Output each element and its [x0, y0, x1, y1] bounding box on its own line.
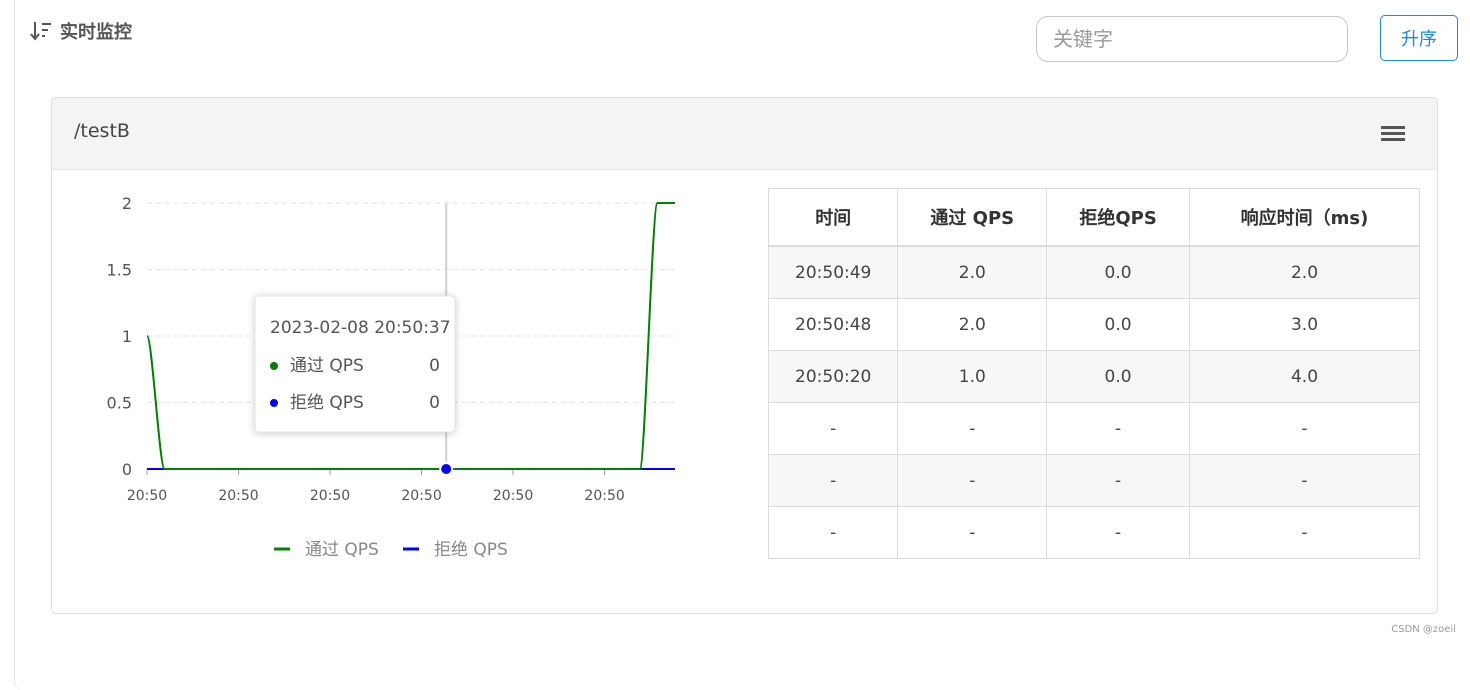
table-cell: 3.0 — [1188, 298, 1421, 351]
table-header-0: 时间 — [767, 188, 899, 247]
x-tick-label: 20:50 — [493, 488, 533, 504]
table-header-2: 拒绝QPS — [1046, 188, 1190, 247]
tooltip-series-value: 0 — [429, 393, 440, 413]
table-cell: 2.0 — [897, 298, 1048, 351]
panel-header: /testB — [52, 98, 1437, 170]
table-cell: 20:50:49 — [767, 245, 899, 299]
legend-label[interactable]: 拒绝 QPS — [434, 540, 508, 560]
y-tick-label: 2 — [122, 194, 132, 213]
table-cell: - — [1046, 454, 1190, 507]
tooltip-series-label: 拒绝 QPS — [290, 393, 364, 413]
table-cell: - — [767, 402, 899, 455]
sort-descending-icon[interactable] — [30, 19, 52, 43]
table-cell: - — [1188, 454, 1421, 507]
x-tick-label: 20:50 — [218, 488, 258, 504]
metrics-header-row: 时间 通过 QPS 拒绝QPS 响应时间（ms) — [767, 188, 1421, 247]
x-tick-label: 20:50 — [310, 488, 350, 504]
resource-panel: /testB 2 1.5 1 0.5 0 20:50 20:50 20:50 20:50 20:5… — [51, 97, 1438, 614]
ascending-sort-button[interactable]: 升序 — [1380, 15, 1458, 61]
table-cell: 20:50:20 — [767, 350, 899, 403]
table-cell: - — [767, 454, 899, 507]
table-cell: - — [1046, 506, 1190, 559]
tooltip-time: 2023-02-08 20:50:37 — [270, 318, 451, 338]
table-cell: - — [1046, 402, 1190, 455]
tooltip-series-marker — [270, 362, 278, 370]
hover-point — [439, 462, 454, 476]
x-tick-label: 20:50 — [127, 488, 167, 504]
tooltip-series-value: 0 — [429, 356, 440, 376]
page-title: 实时监控 — [60, 22, 132, 43]
legend-label[interactable]: 通过 QPS — [305, 540, 379, 560]
table-cell: 0.0 — [1046, 298, 1190, 351]
x-tick-label: 20:50 — [584, 488, 624, 504]
y-tick-label: 1 — [122, 327, 132, 346]
table-row: 20:50:49 2.0 0.0 2.0 — [767, 245, 1421, 299]
x-tick-label: 20:50 — [401, 488, 441, 504]
table-cell: 1.0 — [897, 350, 1048, 403]
page-header: 实时监控 — [30, 18, 132, 44]
table-cell: - — [1188, 506, 1421, 559]
table-cell: 2.0 — [1188, 245, 1421, 299]
resource-name: /testB — [74, 120, 130, 142]
table-cell: 0.0 — [1046, 350, 1190, 403]
table-cell: 20:50:48 — [767, 298, 899, 351]
table-cell: - — [897, 402, 1048, 455]
tooltip-series-marker — [270, 399, 278, 407]
table-cell: 4.0 — [1188, 350, 1421, 403]
hamburger-menu-icon[interactable] — [1381, 124, 1405, 144]
chart-tooltip: 2023-02-08 20:50:37 通过 QPS 0 拒绝 QPS 0 — [254, 295, 456, 433]
table-cell: - — [897, 506, 1048, 559]
table-cell: - — [897, 454, 1048, 507]
table-row: 20:50:20 1.0 0.0 4.0 — [767, 350, 1421, 403]
keyword-search-input[interactable] — [1036, 16, 1348, 62]
table-header-1: 通过 QPS — [897, 188, 1048, 247]
watermark: CSDN @zoeil — [1391, 624, 1456, 635]
qps-line-chart[interactable]: 2 1.5 1 0.5 0 20:50 20:50 20:50 20:50 20:50 20:50 2… — [52, 169, 752, 609]
metrics-body: 20:50:49 2.0 0.0 2.0 20:50:48 2.0 0.0 3.0 20:50:… — [767, 245, 1421, 559]
table-cell: - — [767, 506, 899, 559]
tooltip-series-label: 通过 QPS — [290, 356, 364, 376]
table-cell: 2.0 — [897, 245, 1048, 299]
metrics-table: 时间 通过 QPS 拒绝QPS 响应时间（ms) 20:50:49 2.0 0.0 2.0 2… — [767, 188, 1421, 559]
table-row: 20:50:48 2.0 0.0 3.0 — [767, 298, 1421, 351]
table-row: ---- — [767, 454, 1421, 507]
y-tick-label: 0 — [122, 460, 132, 479]
table-row: ---- — [767, 506, 1421, 559]
table-cell: - — [1188, 402, 1421, 455]
table-row: ---- — [767, 402, 1421, 455]
y-tick-label: 1.5 — [107, 261, 132, 280]
table-cell: 0.0 — [1046, 245, 1190, 299]
table-header-3: 响应时间（ms) — [1188, 188, 1421, 247]
y-tick-label: 0.5 — [107, 394, 132, 413]
